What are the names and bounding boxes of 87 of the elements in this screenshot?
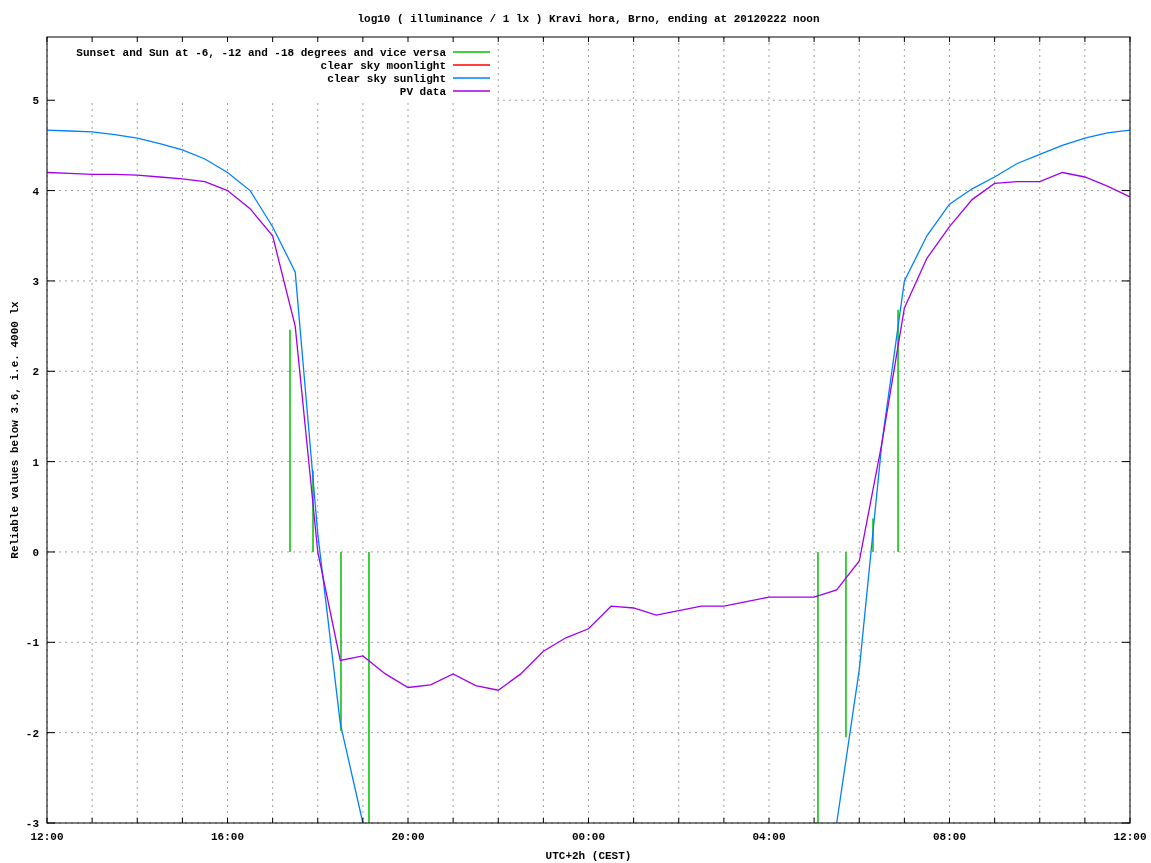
tick-mark [46,641,56,643]
tick-mark [633,817,635,824]
tick-mark [813,36,815,43]
tick-mark [317,817,319,824]
tick-mark [272,817,274,824]
tick-mark [903,36,905,43]
tick-mark [227,36,228,43]
tick-mark [407,36,409,43]
tick-label: 08:00 [933,831,966,843]
tick-label: 5 [32,95,39,108]
legend-label: PV data [399,86,446,98]
tick-mark [407,817,409,824]
tick-label: 16:00 [211,831,244,843]
tick-label: -1 [25,637,39,650]
tick-mark [723,817,725,824]
tick-mark [46,551,56,553]
tick-mark [1121,461,1131,463]
tick-mark [723,36,725,43]
tick-mark [813,817,815,824]
tick-label: 1 [32,456,39,469]
tick-mark [452,36,454,43]
tick-mark [181,817,183,824]
tick-mark [317,36,319,43]
tick-label: 4 [32,185,39,198]
tick-mark [91,36,93,43]
tick-mark [1121,190,1131,192]
tick-mark [768,817,770,824]
tick-mark [1039,817,1041,824]
tick-mark [633,36,635,43]
tick-mark [452,817,454,824]
tick-mark [1129,36,1131,43]
legend-label: clear sky moonlight [320,60,446,72]
tick-mark [46,370,56,372]
tick-label: 20:00 [391,831,425,843]
tick-mark [362,817,364,824]
tick-label: 0 [32,546,39,559]
tick-mark [858,817,860,824]
tick-mark [949,36,950,43]
legend-label: Sunset and Sun at -6, -12 and -18 degrees and vice versa [76,47,446,59]
tick-mark [678,36,680,43]
tick-mark [91,817,93,824]
tick-mark [903,817,905,824]
tick-mark [136,36,138,43]
tick-mark [994,36,996,43]
tick-mark [1121,99,1131,101]
tick-mark [588,36,589,43]
y-axis-label: Reliable values below 3.6, i.e. 4000 lx [9,301,21,559]
tick-mark [46,190,56,192]
tick-mark [1121,641,1131,643]
tick-mark [1121,551,1131,553]
tick-mark [1084,36,1086,43]
tick-label: -3 [25,818,39,830]
tick-label: 00:00 [572,831,605,843]
tick-label: 3 [32,275,39,288]
tick-mark [1121,370,1131,372]
tick-mark [272,36,274,43]
tick-mark [1084,817,1086,824]
tick-mark [588,817,589,824]
tick-mark [497,36,499,43]
tick-label: 04:00 [752,831,786,843]
tick-mark [678,817,680,824]
tick-mark [181,36,183,43]
tick-mark [46,280,56,282]
tick-mark [858,36,860,43]
tick-label: 12:00 [30,831,64,843]
tick-mark [542,817,544,824]
tick-mark [46,732,56,734]
tick-mark [1121,732,1131,734]
tick-label: -2 [25,727,39,740]
tick-mark [227,817,228,824]
tick-mark [46,36,48,43]
tick-mark [1121,280,1131,282]
tick-mark [46,99,56,101]
tick-mark [46,461,56,463]
tick-label: 2 [32,366,39,379]
chart-title: log10 ( illuminance / 1 lx ) Kravi hora, Brno, ending at 20120222 noon [357,13,820,25]
tick-mark [136,817,138,824]
tick-mark [542,36,544,43]
tick-label: 12:00 [1113,831,1147,843]
tick-mark [994,817,996,824]
x-axis-label: UTC+2h (CEST) [545,850,632,862]
legend-label: clear sky sunlight [327,73,446,85]
tick-mark [1039,36,1041,43]
tick-mark [768,36,770,43]
tick-mark [949,817,950,824]
tick-mark [497,817,499,824]
tick-mark [362,36,364,43]
